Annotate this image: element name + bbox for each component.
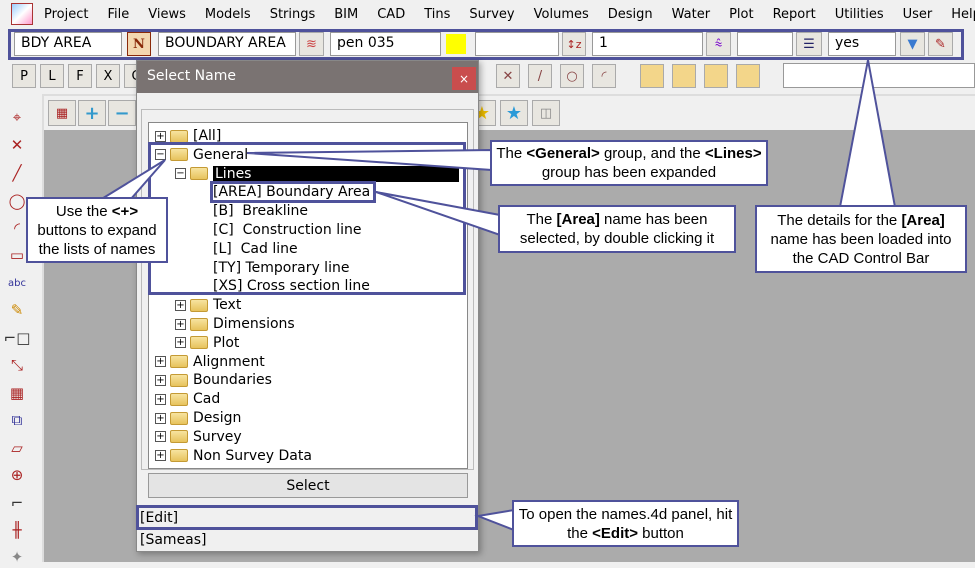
callout-edit: To open the names.4d panel, hit the <Edi… [512,500,739,547]
callout-details-text: The details for the [Area] name has been… [770,211,952,267]
callout-edit-text: To open the names.4d panel, hit the <Edi… [518,505,733,542]
callout-expand-text: Use the <+> buttons to expand the lists … [37,202,157,258]
callout-pointers [96,59,897,532]
callout-area: The [Area] name has been selected, by do… [498,205,736,253]
callout-general-text: The <General> group, and the <Lines> gro… [496,145,762,181]
callout-details: The details for the [Area] name has been… [755,205,967,273]
callout-area-text: The [Area] name has been selected, by do… [519,211,715,247]
callout-general: The <General> group, and the <Lines> gro… [490,140,768,186]
callout-expand: Use the <+> buttons to expand the lists … [26,197,168,263]
